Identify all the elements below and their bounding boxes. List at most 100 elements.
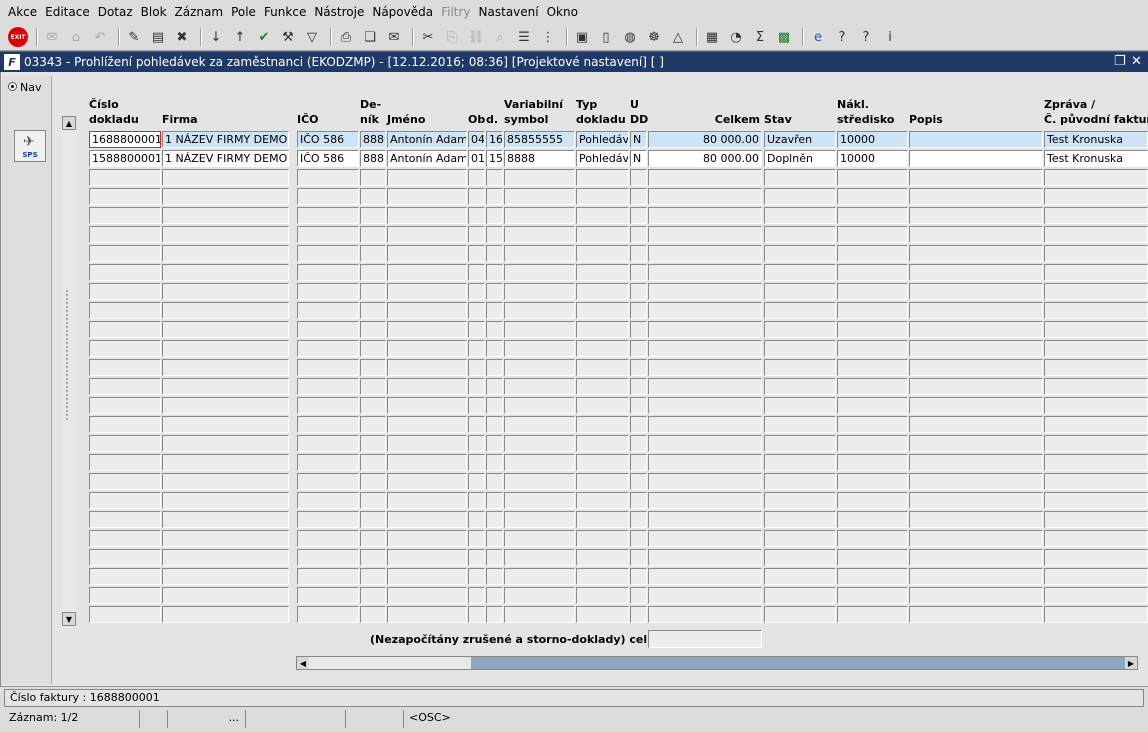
cell-popis[interactable] xyxy=(909,530,1043,547)
scroll-grip[interactable] xyxy=(66,290,72,420)
cell-ob[interactable] xyxy=(468,416,485,433)
tools-icon[interactable]: ⚒ xyxy=(278,27,298,47)
cell-celkem[interactable] xyxy=(648,473,762,490)
cell-ob[interactable] xyxy=(468,359,485,376)
cell-stav[interactable] xyxy=(764,207,836,224)
cell-ico[interactable] xyxy=(297,188,359,205)
cell-typ[interactable] xyxy=(576,606,629,623)
cell-typ[interactable] xyxy=(576,416,629,433)
cell-cislo[interactable] xyxy=(89,264,161,281)
cell-ob[interactable] xyxy=(468,378,485,395)
cell-ico[interactable] xyxy=(297,340,359,357)
cell-vs[interactable] xyxy=(504,530,575,547)
cell-zprava[interactable] xyxy=(1044,454,1148,471)
cell-jmeno[interactable] xyxy=(387,359,467,376)
cell-popis[interactable] xyxy=(909,359,1043,376)
helm-icon[interactable]: ☸ xyxy=(644,27,664,47)
cell-zprava[interactable] xyxy=(1044,606,1148,623)
cell-udd[interactable] xyxy=(630,492,647,509)
scroll-down-icon[interactable]: ▼ xyxy=(62,612,76,626)
cell-celkem[interactable] xyxy=(648,587,762,604)
nav-radio[interactable] xyxy=(8,82,17,91)
cell-firma[interactable] xyxy=(162,587,289,604)
cell-udd[interactable] xyxy=(630,511,647,528)
cell-vs[interactable] xyxy=(504,397,575,414)
cell-denik[interactable] xyxy=(360,340,386,357)
cell-ob[interactable] xyxy=(468,397,485,414)
cell-d[interactable] xyxy=(486,359,503,376)
cell-typ[interactable] xyxy=(576,511,629,528)
chart-icon[interactable]: ◔ xyxy=(726,27,746,47)
cell-typ[interactable] xyxy=(576,340,629,357)
cell-udd[interactable] xyxy=(630,473,647,490)
cell-udd[interactable] xyxy=(630,416,647,433)
cell-firma[interactable] xyxy=(162,245,289,262)
report-icon[interactable]: ▦ xyxy=(702,27,722,47)
link-icon[interactable]: ⛓ xyxy=(466,27,486,47)
cell-popis[interactable] xyxy=(909,131,1043,148)
cell-zprava[interactable] xyxy=(1044,397,1148,414)
cell-celkem[interactable] xyxy=(648,454,762,471)
cell-udd[interactable] xyxy=(630,207,647,224)
cell-popis[interactable] xyxy=(909,207,1043,224)
cell-zprava[interactable] xyxy=(1044,549,1148,566)
cell-cislo[interactable]: 1588800001 xyxy=(89,150,161,167)
cell-zprava[interactable] xyxy=(1044,264,1148,281)
cell-zprava[interactable] xyxy=(1044,416,1148,433)
cell-popis[interactable] xyxy=(909,416,1043,433)
list-icon[interactable]: ☰ xyxy=(514,27,534,47)
cell-vs[interactable] xyxy=(504,606,575,623)
undo-icon[interactable]: ↶ xyxy=(90,27,110,47)
cell-firma[interactable] xyxy=(162,302,289,319)
cell-ico[interactable] xyxy=(297,416,359,433)
cell-vs[interactable]: 8888 xyxy=(504,150,575,167)
cell-nakl[interactable] xyxy=(837,416,908,433)
cell-zprava[interactable] xyxy=(1044,321,1148,338)
cell-denik[interactable] xyxy=(360,454,386,471)
cell-ico[interactable] xyxy=(297,245,359,262)
cell-udd[interactable] xyxy=(630,340,647,357)
cell-vs[interactable] xyxy=(504,340,575,357)
cell-ob[interactable] xyxy=(468,321,485,338)
cell-firma[interactable] xyxy=(162,188,289,205)
cell-stav[interactable] xyxy=(764,359,836,376)
ie-icon[interactable]: e xyxy=(808,27,828,47)
cell-stav[interactable] xyxy=(764,511,836,528)
cell-d[interactable] xyxy=(486,568,503,585)
cell-nakl[interactable] xyxy=(837,492,908,509)
close-icon[interactable]: ✕ xyxy=(1131,54,1142,69)
cell-popis[interactable] xyxy=(909,435,1043,452)
cell-celkem[interactable] xyxy=(648,340,762,357)
menu-item-7[interactable]: Nástroje xyxy=(310,5,368,19)
cell-ob[interactable] xyxy=(468,473,485,490)
cell-nakl[interactable] xyxy=(837,435,908,452)
cell-ico[interactable] xyxy=(297,378,359,395)
cell-zprava[interactable]: Test Kronuska xyxy=(1044,150,1148,167)
paste-icon[interactable]: ⎘ xyxy=(442,27,462,47)
cell-zprava[interactable] xyxy=(1044,283,1148,300)
cell-popis[interactable] xyxy=(909,454,1043,471)
cell-celkem[interactable]: 80 000.00 xyxy=(648,150,762,167)
cell-d[interactable] xyxy=(486,378,503,395)
cell-stav[interactable] xyxy=(764,530,836,547)
cell-celkem[interactable] xyxy=(648,188,762,205)
cell-udd[interactable] xyxy=(630,188,647,205)
cell-vs[interactable] xyxy=(504,188,575,205)
menu-item-11[interactable]: Okno xyxy=(543,5,582,19)
cell-ico[interactable] xyxy=(297,492,359,509)
cell-d[interactable] xyxy=(486,511,503,528)
cell-d[interactable] xyxy=(486,283,503,300)
cell-nakl[interactable] xyxy=(837,568,908,585)
cell-zprava[interactable] xyxy=(1044,226,1148,243)
cell-zprava[interactable] xyxy=(1044,435,1148,452)
cell-vs[interactable] xyxy=(504,207,575,224)
cell-udd[interactable]: N xyxy=(630,131,647,148)
total-field[interactable] xyxy=(648,630,762,648)
cell-popis[interactable] xyxy=(909,188,1043,205)
cell-firma[interactable] xyxy=(162,397,289,414)
cell-celkem[interactable] xyxy=(648,416,762,433)
cell-jmeno[interactable] xyxy=(387,264,467,281)
cell-cislo[interactable] xyxy=(89,511,161,528)
cell-nakl[interactable] xyxy=(837,321,908,338)
cell-vs[interactable] xyxy=(504,302,575,319)
